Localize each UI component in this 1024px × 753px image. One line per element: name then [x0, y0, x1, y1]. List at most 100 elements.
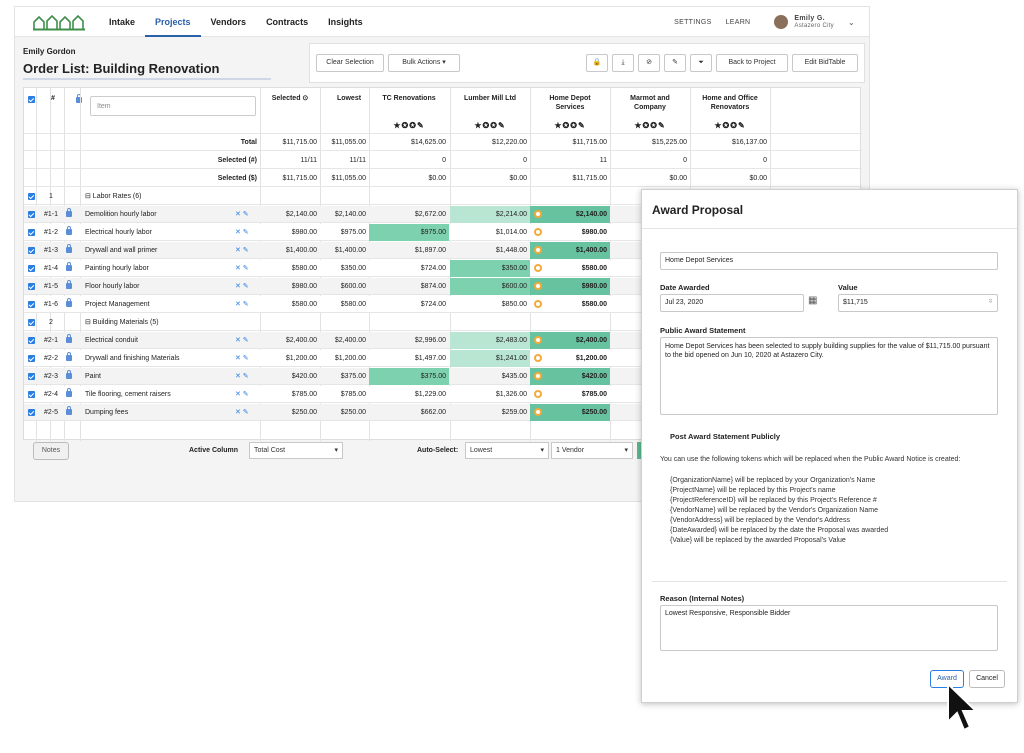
bid-cell[interactable]: $850.00: [450, 296, 530, 313]
auto-select-criteria[interactable]: Lowest: [465, 442, 549, 459]
col-vendor[interactable]: Lumber Mill Ltd ★✪✪✎: [450, 88, 530, 134]
nav-tab-contracts[interactable]: Contracts: [256, 7, 318, 37]
bid-cell[interactable]: $1,014.00: [450, 224, 530, 241]
date-awarded-field[interactable]: Jul 23, 2020: [660, 294, 804, 312]
block-icon[interactable]: ⊘: [638, 54, 660, 72]
selected-radio-icon[interactable]: [534, 246, 542, 254]
bid-cell[interactable]: $1,241.00: [450, 350, 530, 367]
row-checkbox[interactable]: [28, 355, 35, 362]
row-checkbox[interactable]: [28, 247, 35, 254]
active-column-select[interactable]: Total Cost: [249, 442, 343, 459]
lock-icon[interactable]: [66, 352, 72, 361]
bid-cell-selected[interactable]: $2,140.00: [530, 206, 610, 223]
lock-icon[interactable]: [66, 334, 72, 343]
selected-radio-icon[interactable]: [534, 264, 542, 272]
bid-cell[interactable]: $975.00: [369, 224, 449, 241]
select-all-checkbox[interactable]: [28, 96, 35, 103]
group-name[interactable]: ⊟ Labor Rates (6): [82, 188, 260, 205]
bid-cell[interactable]: $2,214.00: [450, 206, 530, 223]
vendor-rating-icons[interactable]: ★✪✪✎: [610, 121, 690, 130]
bid-cell-selected[interactable]: $580.00: [530, 296, 610, 313]
bid-cell-selected[interactable]: $1,200.00: [530, 350, 610, 367]
col-vendor[interactable]: Home and Office Renovators ★✪✪✎: [690, 88, 770, 134]
edit-icons[interactable]: ✕ ✎: [232, 332, 260, 349]
row-checkbox[interactable]: [28, 301, 35, 308]
bid-cell[interactable]: $435.00: [450, 368, 530, 385]
learn-link[interactable]: LEARN: [726, 19, 751, 26]
edit-icons[interactable]: ✕ ✎: [232, 278, 260, 295]
bid-cell-selected[interactable]: $580.00: [530, 260, 610, 277]
lock-icon[interactable]: [66, 280, 72, 289]
bulk-actions-button[interactable]: Bulk Actions ▾: [388, 54, 460, 72]
lock-icon[interactable]: [66, 406, 72, 415]
bid-cell-selected[interactable]: $420.00: [530, 368, 610, 385]
row-checkbox[interactable]: [28, 409, 35, 416]
edit-icons[interactable]: ✕ ✎: [232, 404, 260, 421]
edit-icons[interactable]: ✕ ✎: [232, 296, 260, 313]
selected-radio-icon[interactable]: [534, 282, 542, 290]
bid-cell-selected[interactable]: $2,400.00: [530, 332, 610, 349]
vendor-rating-icons[interactable]: ★✪✪✎: [369, 121, 449, 130]
bid-cell-selected[interactable]: $250.00: [530, 404, 610, 421]
filter-icon[interactable]: ⏷: [690, 54, 712, 72]
lock-icon[interactable]: [66, 262, 72, 271]
group-name[interactable]: ⊟ Building Materials (5): [82, 314, 260, 331]
selected-radio-icon[interactable]: [534, 390, 542, 398]
selected-radio-icon[interactable]: [534, 408, 542, 416]
selected-radio-icon[interactable]: [534, 300, 542, 308]
col-vendor[interactable]: TC Renovations ★✪✪✎: [369, 88, 449, 134]
stepper-icon[interactable]: ⇳: [988, 298, 993, 305]
bid-cell[interactable]: $350.00: [450, 260, 530, 277]
nav-tab-projects[interactable]: Projects: [145, 7, 201, 37]
nav-tab-insights[interactable]: Insights: [318, 7, 373, 37]
edit-icons[interactable]: ✕ ✎: [232, 350, 260, 367]
edit-icons[interactable]: ✕ ✎: [232, 260, 260, 277]
row-checkbox[interactable]: [28, 391, 35, 398]
vendor-rating-icons[interactable]: ★✪✪✎: [690, 121, 770, 130]
bid-cell-selected[interactable]: $980.00: [530, 278, 610, 295]
auto-select-vendors[interactable]: 1 Vendor: [551, 442, 633, 459]
edit-icons[interactable]: ✕ ✎: [232, 368, 260, 385]
reason-textarea[interactable]: Lowest Responsive, Responsible Bidder: [660, 605, 998, 651]
bid-cell[interactable]: $724.00: [369, 260, 449, 277]
avatar[interactable]: [774, 15, 789, 29]
bid-cell[interactable]: $600.00: [450, 278, 530, 295]
back-to-project-button[interactable]: Back to Project: [716, 54, 788, 72]
selected-radio-icon[interactable]: [534, 336, 542, 344]
lock-icon[interactable]: [66, 226, 72, 235]
col-vendor[interactable]: Home Depot Services ★✪✪✎: [530, 88, 610, 134]
lock-icon[interactable]: [66, 208, 72, 217]
bid-cell-selected[interactable]: $785.00: [530, 386, 610, 403]
lock-icon[interactable]: [66, 298, 72, 307]
notes-button[interactable]: Notes: [33, 442, 69, 460]
lock-icon[interactable]: [66, 370, 72, 379]
col-vendor[interactable]: Marmot and Company ★✪✪✎: [610, 88, 690, 134]
lock-icon[interactable]: [66, 388, 72, 397]
item-filter-input[interactable]: Item: [90, 96, 256, 116]
vendor-rating-icons[interactable]: ★✪✪✎: [530, 121, 610, 130]
row-checkbox[interactable]: [28, 337, 35, 344]
row-checkbox[interactable]: [28, 229, 35, 236]
bid-cell[interactable]: $1,448.00: [450, 242, 530, 259]
vendor-rating-icons[interactable]: ★✪✪✎: [450, 121, 530, 130]
download-icon[interactable]: ⤓: [612, 54, 634, 72]
bid-cell[interactable]: $2,996.00: [369, 332, 449, 349]
bid-cell[interactable]: $724.00: [369, 296, 449, 313]
nav-tab-intake[interactable]: Intake: [99, 7, 145, 37]
bid-cell[interactable]: $874.00: [369, 278, 449, 295]
bid-cell[interactable]: $375.00: [369, 368, 449, 385]
bid-cell-selected[interactable]: $1,400.00: [530, 242, 610, 259]
bid-cell-selected[interactable]: $980.00: [530, 224, 610, 241]
bid-cell[interactable]: $1,326.00: [450, 386, 530, 403]
nav-tab-vendors[interactable]: Vendors: [201, 7, 257, 37]
bid-cell[interactable]: $1,497.00: [369, 350, 449, 367]
wand-icon[interactable]: ✎: [664, 54, 686, 72]
selected-radio-icon[interactable]: [534, 354, 542, 362]
row-checkbox[interactable]: [28, 193, 35, 200]
row-checkbox[interactable]: [28, 211, 35, 218]
bid-cell[interactable]: $662.00: [369, 404, 449, 421]
selected-radio-icon[interactable]: [534, 228, 542, 236]
bid-cell[interactable]: $2,483.00: [450, 332, 530, 349]
statement-textarea[interactable]: Home Depot Services has been selected to…: [660, 337, 998, 415]
bid-cell[interactable]: $1,897.00: [369, 242, 449, 259]
